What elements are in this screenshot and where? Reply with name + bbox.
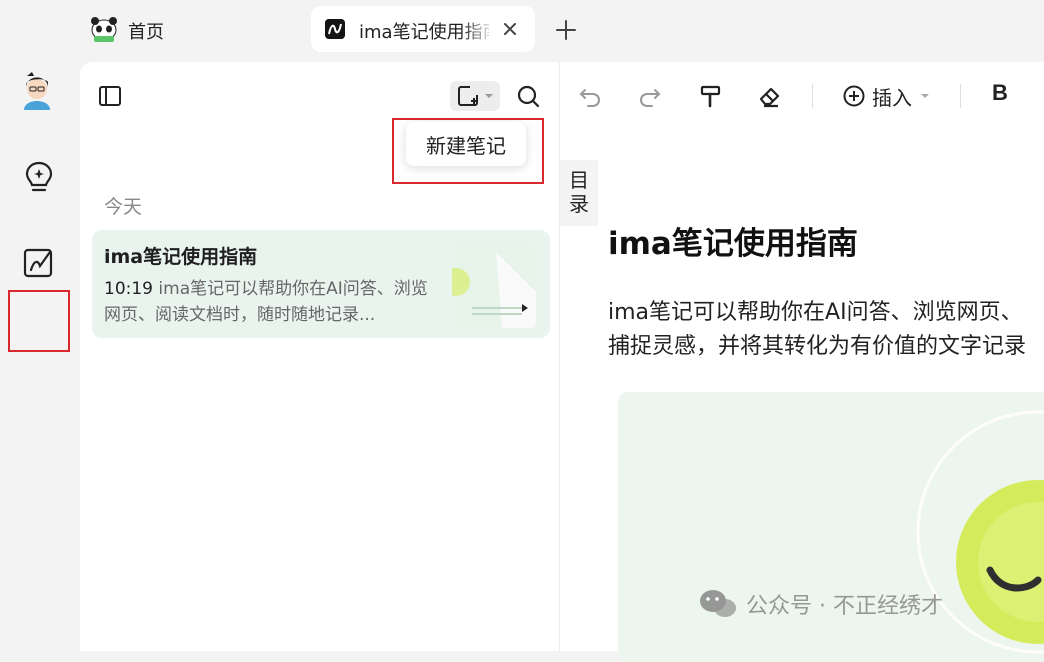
tab-home-label: 首页 bbox=[128, 22, 164, 43]
editor-pane: 插入 B 目录 ima笔记使用指南 ima笔记可以帮助你在AI问答、浏览网页、 … bbox=[560, 62, 1044, 662]
search-icon[interactable] bbox=[514, 82, 542, 110]
redo-icon[interactable] bbox=[636, 82, 664, 110]
insert-button[interactable]: 插入 bbox=[842, 82, 930, 110]
note-list-item[interactable]: ima笔记使用指南 10:19 ima笔记可以帮助你在AI问答、浏览网页、阅读文… bbox=[92, 230, 550, 338]
tab-label-fade bbox=[461, 14, 495, 44]
tab-note-guide[interactable]: ima笔记使用指南 bbox=[311, 6, 535, 52]
new-tab-plus-icon[interactable] bbox=[552, 16, 580, 44]
notes-icon[interactable] bbox=[20, 244, 58, 282]
format-painter-icon[interactable] bbox=[696, 82, 724, 110]
undo-icon[interactable] bbox=[576, 82, 604, 110]
insert-label: 插入 bbox=[872, 85, 912, 110]
document-body-line: ima笔记可以帮助你在AI问答、浏览网页、 bbox=[608, 300, 1023, 325]
wechat-icon bbox=[700, 590, 736, 617]
new-note-icon bbox=[458, 86, 478, 106]
eraser-icon[interactable] bbox=[756, 82, 784, 110]
bold-button[interactable]: B bbox=[992, 80, 1008, 106]
highlight-box-notes bbox=[8, 290, 70, 352]
toc-tab[interactable]: 目录 bbox=[560, 160, 598, 226]
avatar[interactable] bbox=[18, 70, 56, 110]
note-snippet-text: ima笔记可以帮助你在AI问答、浏览网页、阅读文档时，随时随地记录... bbox=[104, 279, 428, 325]
chevron-down-icon[interactable] bbox=[484, 92, 494, 100]
left-rail bbox=[0, 62, 80, 651]
highlight-box-tooltip bbox=[392, 118, 544, 184]
watermark: 公众号 · 不正经绣才 bbox=[698, 588, 943, 620]
toolbar-divider bbox=[812, 84, 813, 108]
note-list-panel: 新建笔记 今天 ima笔记使用指南 10:19 ima笔记可以帮助你在AI问答、… bbox=[80, 62, 560, 651]
sidebar-toggle-icon[interactable] bbox=[96, 82, 124, 110]
tab-home[interactable]: 首页 bbox=[82, 6, 302, 52]
new-note-button[interactable] bbox=[450, 81, 500, 111]
note-app-icon bbox=[325, 19, 345, 39]
toolbar-divider bbox=[960, 84, 961, 108]
note-snippet: 10:19 ima笔记可以帮助你在AI问答、浏览网页、阅读文档时，随时随地记录.… bbox=[104, 276, 434, 328]
note-thumbnail bbox=[452, 242, 536, 328]
document-image bbox=[618, 392, 1044, 662]
watermark-text: 公众号 · 不正经绣才 bbox=[746, 594, 943, 619]
panda-icon bbox=[91, 17, 117, 42]
plus-circle-icon bbox=[843, 85, 865, 107]
document-body-line: 捕捉灵感，并将其转化为有价值的文字记录 bbox=[608, 334, 1027, 359]
note-title: ima笔记使用指南 bbox=[104, 246, 258, 268]
document-title[interactable]: ima笔记使用指南 bbox=[608, 218, 858, 263]
lightbulb-icon[interactable] bbox=[20, 158, 58, 196]
note-time: 10:19 bbox=[104, 279, 153, 299]
close-icon[interactable] bbox=[499, 18, 521, 40]
date-group-label: 今天 bbox=[104, 196, 143, 218]
chevron-down-icon bbox=[921, 94, 929, 98]
document-body[interactable]: ima笔记可以帮助你在AI问答、浏览网页、 捕捉灵感，并将其转化为有价值的文字记… bbox=[608, 296, 1044, 364]
tab-bar: 首页 ima笔记使用指南 bbox=[0, 0, 1044, 62]
